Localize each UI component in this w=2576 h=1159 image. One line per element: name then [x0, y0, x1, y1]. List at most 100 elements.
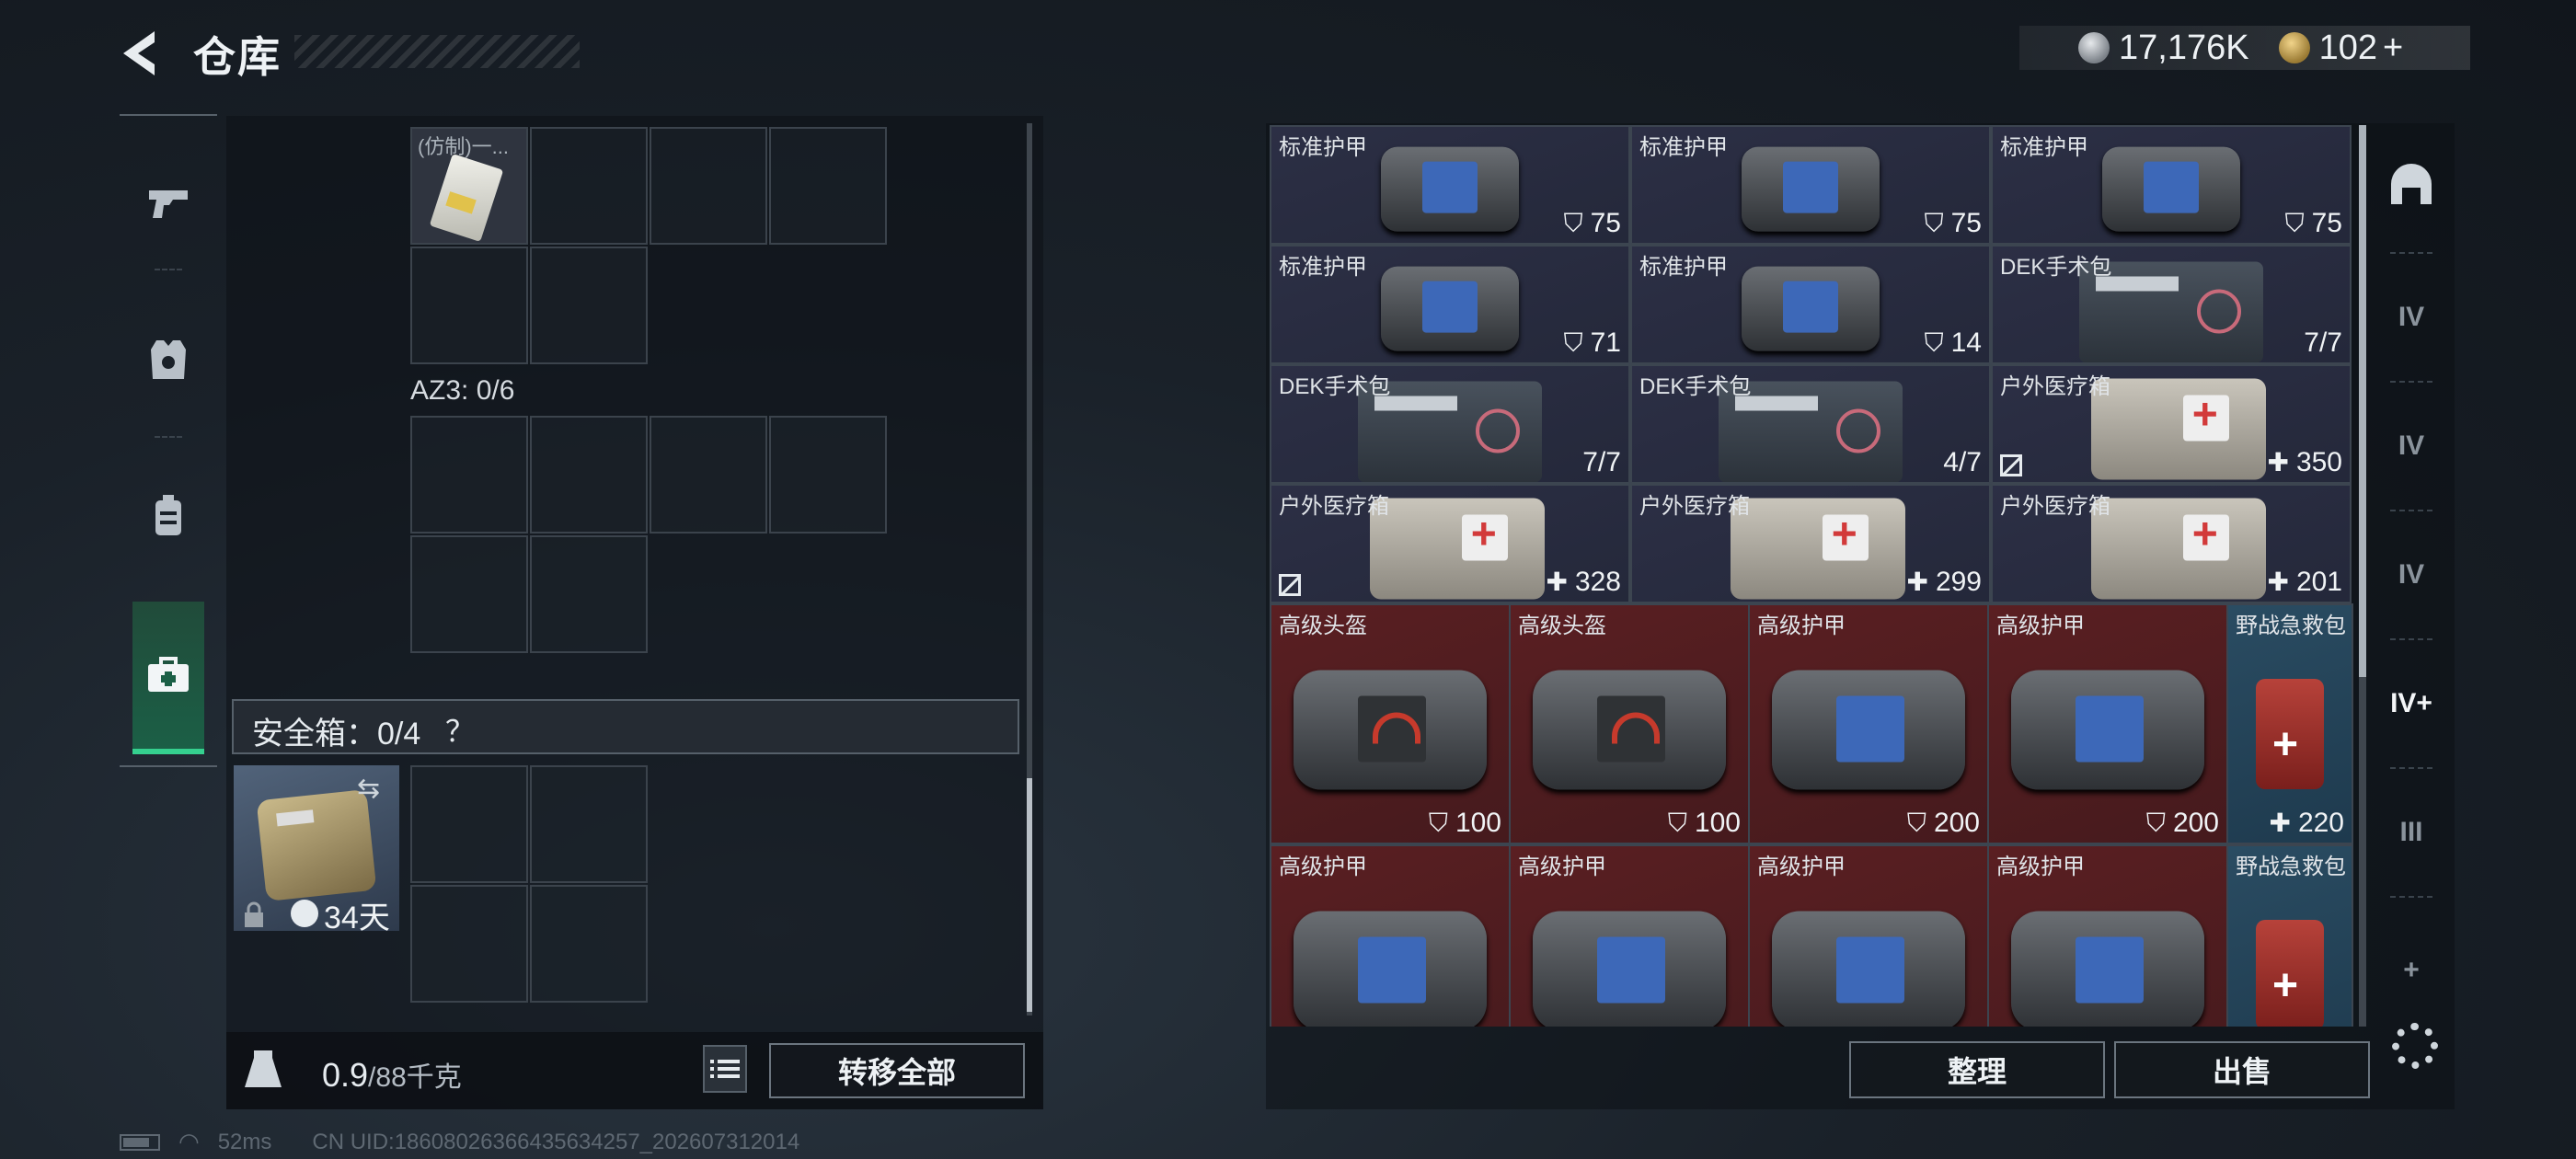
item-value: ⛉ 200 — [1907, 808, 1980, 839]
item-name: 高级护甲 — [1757, 614, 1846, 638]
warehouse-item[interactable]: DEK手术包 4/7 — [1630, 364, 1991, 484]
warehouse-scrollbar-thumb[interactable] — [2359, 125, 2366, 677]
right-nav-item[interactable]: + — [2372, 920, 2451, 1021]
armor-item-icon — [2102, 146, 2240, 232]
no-durability-icon — [2000, 454, 2022, 476]
az3-slot[interactable] — [410, 416, 528, 534]
warehouse-item[interactable]: 标准护甲 ⛉ 75 — [1270, 125, 1630, 245]
item-name: 户外医疗箱 — [1279, 494, 1389, 519]
container-slot[interactable] — [530, 127, 648, 245]
warehouse-item[interactable]: 户外医疗箱 ✚328 — [1270, 484, 1630, 603]
az3-slot[interactable] — [410, 535, 528, 653]
item-name: 标准护甲 — [2000, 135, 2088, 160]
warehouse-item[interactable]: DEK手术包 7/7 — [1270, 364, 1630, 484]
safe-slot[interactable] — [530, 885, 648, 1003]
item-value: ✚ 350 — [2267, 447, 2342, 478]
container-scrollbar-thumb[interactable] — [1027, 778, 1032, 1012]
settings-gear-icon[interactable] — [2392, 1023, 2438, 1069]
warehouse-item[interactable]: DEK手术包 7/7 — [1991, 245, 2352, 364]
armor-item-icon — [1533, 911, 1726, 1027]
nav-item-armor[interactable] — [120, 291, 217, 429]
safe-box-help-button[interactable]: ？ — [445, 708, 475, 751]
battery-icon — [120, 1133, 160, 1151]
medical-box-icon — [2090, 378, 2266, 480]
right-nav-item[interactable]: IV — [2372, 267, 2451, 368]
warehouse-item[interactable]: 高级头盔 ⛉ 100 — [1509, 603, 1750, 844]
nav-item-medical[interactable] — [132, 602, 204, 754]
safe-slot[interactable] — [410, 885, 528, 1003]
keycard-item-icon — [429, 154, 504, 242]
container-slot[interactable] — [650, 127, 767, 245]
armor-item-icon — [1294, 911, 1487, 1027]
warehouse-item[interactable]: 高级护甲 ⛉ 200 — [1987, 603, 2228, 844]
warehouse-item[interactable]: 高级护甲 ⛉ 200 — [1748, 603, 1989, 844]
left-category-nav — [120, 114, 217, 767]
tier4-medical-icon: IV+ — [2390, 688, 2432, 718]
az3-slot[interactable] — [650, 416, 767, 534]
back-button[interactable] — [118, 28, 162, 79]
right-nav-item[interactable]: III — [2372, 782, 2451, 883]
armor-item-icon — [1772, 670, 1965, 790]
item-value-text: 75 — [1590, 208, 1621, 238]
warehouse-item[interactable]: 高级护甲 — [1748, 844, 1989, 1027]
warehouse-item[interactable]: 高级护甲 — [1987, 844, 2228, 1027]
item-value-text: 100 — [1694, 808, 1741, 838]
nav-item-backpack[interactable] — [120, 447, 217, 585]
warehouse-item[interactable]: 高级护甲 — [1509, 844, 1750, 1027]
first-aid-kit-icon — [2256, 920, 2324, 1027]
armor-item-icon — [2011, 911, 2204, 1027]
warehouse-item[interactable]: 户外医疗箱 ✚350 — [1991, 364, 2352, 484]
warehouse-item[interactable]: 标准护甲 ⛉ 75 — [1630, 125, 1991, 245]
item-value: ⛉ 75 — [1925, 208, 1982, 239]
item-value: 7/7 — [2304, 327, 2342, 359]
title-decoration — [294, 35, 580, 68]
medical-box-icon — [1369, 498, 1545, 600]
warehouse-item[interactable]: 标准护甲 ⛉ 14 — [1630, 245, 1991, 364]
warehouse-item[interactable]: 野战急救包 — [2226, 844, 2353, 1027]
container-slot[interactable] — [769, 127, 887, 245]
armor-item-icon — [1381, 266, 1519, 351]
list-view-button[interactable] — [703, 1045, 747, 1093]
item-name: DEK手术包 — [1279, 374, 1391, 399]
warehouse-item[interactable]: 户外医疗箱 ✚299 — [1630, 484, 1991, 603]
right-nav-item[interactable]: IV+ — [2372, 653, 2451, 754]
safe-slot[interactable] — [530, 765, 648, 883]
sell-button[interactable]: 出售 — [2114, 1041, 2370, 1098]
nav-divider — [2390, 510, 2432, 513]
item-value-text: 299 — [1935, 567, 1982, 597]
item-name: 高级护甲 — [1996, 614, 2085, 638]
az3-slot[interactable] — [530, 535, 648, 653]
warehouse-item[interactable]: 标准护甲 ⛉ 71 — [1270, 245, 1630, 364]
medical-box-icon — [2090, 498, 2266, 600]
item-value: ⛉ 200 — [2146, 808, 2219, 839]
right-nav-item[interactable] — [2372, 138, 2451, 239]
warehouse-item[interactable]: 户外医疗箱 ✚201 — [1991, 484, 2352, 603]
right-nav-item[interactable]: IV — [2372, 396, 2451, 497]
weight-max: /88千克 — [368, 1062, 462, 1093]
container-slot-filled[interactable]: (仿制)一... — [410, 127, 528, 245]
safe-slot[interactable] — [410, 765, 528, 883]
right-nav-item[interactable]: IV — [2372, 524, 2451, 625]
container-slot[interactable] — [530, 247, 648, 364]
container-slot[interactable] — [410, 247, 528, 364]
az3-slot[interactable] — [769, 416, 887, 534]
item-name: 高级护甲 — [1279, 855, 1367, 879]
nav-item-weapons[interactable] — [120, 134, 217, 272]
item-name: DEK手术包 — [1639, 374, 1752, 399]
warehouse-item[interactable]: 高级护甲 — [1270, 844, 1511, 1027]
warehouse-item[interactable]: 标准护甲 ⛉ 75 — [1991, 125, 2352, 245]
transfer-all-button[interactable]: 转移全部 — [769, 1043, 1025, 1098]
plus-icon: ✚ — [1546, 568, 1568, 596]
sort-button[interactable]: 整理 — [1849, 1041, 2105, 1098]
warehouse-item[interactable]: 野战急救包 ✚220 — [2226, 603, 2353, 844]
warehouse-item[interactable]: 高级头盔 ⛉ 100 — [1270, 603, 1511, 844]
add-currency-button[interactable]: + — [2383, 29, 2403, 68]
swap-icon[interactable]: ⇆ — [357, 773, 380, 805]
item-value: ⛉ 100 — [1429, 808, 1501, 839]
item-value-text: 75 — [1950, 208, 1982, 238]
az3-capacity-label: AZ3: 0/6 — [410, 375, 515, 406]
item-value-text: 14 — [1950, 327, 1982, 358]
item-value-text: 71 — [1590, 327, 1621, 358]
shield-icon: ⛉ — [1428, 809, 1448, 837]
az3-slot[interactable] — [530, 416, 648, 534]
